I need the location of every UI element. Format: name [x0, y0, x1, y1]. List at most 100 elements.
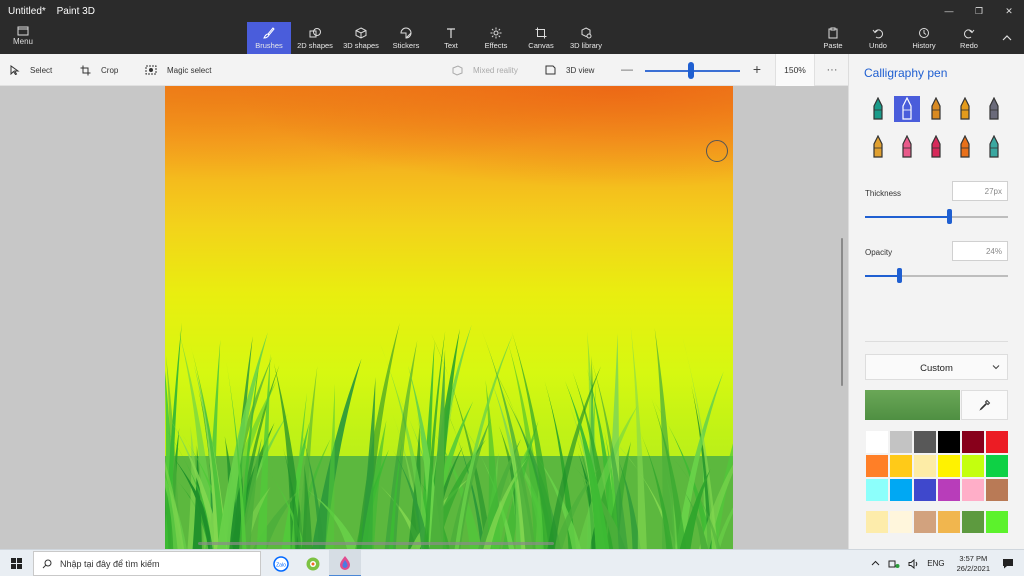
palette-swatch[interactable]	[961, 430, 985, 454]
start-button[interactable]	[0, 550, 32, 576]
custom-palette-swatch[interactable]	[865, 510, 889, 534]
taskbar-search-box[interactable]: Nhập tại đây để tìm kiếm	[33, 551, 261, 576]
tab-2d-shapes[interactable]: 2D shapes	[293, 22, 337, 54]
redo-button[interactable]: Redo	[947, 22, 991, 54]
palette-swatch[interactable]	[985, 430, 1009, 454]
zoom-value[interactable]: 150%	[775, 54, 815, 86]
text-icon	[447, 28, 455, 38]
zoom-slider-thumb[interactable]	[687, 62, 694, 79]
brush-option-watercolor-brush[interactable]	[952, 96, 978, 122]
taskbar-zalo[interactable]: Zalo	[265, 550, 297, 576]
brush-option-pixel-pen[interactable]	[981, 96, 1007, 122]
brush-option-calligraphy-pen[interactable]	[894, 96, 920, 122]
grass-painting	[165, 322, 733, 549]
palette-swatch[interactable]	[889, 478, 913, 502]
brush-option-crayon[interactable]	[923, 134, 949, 160]
drawing-canvas[interactable]	[165, 86, 733, 549]
palette-swatch[interactable]	[961, 478, 985, 502]
language-indicator[interactable]: ENG	[927, 559, 944, 568]
color-mode-dropdown[interactable]: Custom	[865, 354, 1008, 380]
magic-select-button[interactable]: Magic select	[145, 54, 211, 86]
custom-palette-swatch[interactable]	[937, 510, 961, 534]
custom-palette-swatch[interactable]	[985, 510, 1009, 534]
brush-option-spray-can[interactable]	[952, 134, 978, 160]
3d-shapes-icon	[355, 27, 367, 39]
taskbar-coccoc[interactable]	[297, 550, 329, 576]
notifications-icon[interactable]	[1002, 558, 1014, 569]
tab-stickers-label: Stickers	[392, 41, 420, 50]
brush-option-fill-bucket[interactable]	[981, 134, 1007, 160]
tab-effects[interactable]: Effects	[474, 22, 518, 54]
opacity-input[interactable]: 24%	[952, 241, 1008, 261]
custom-color-palette	[865, 510, 1009, 534]
palette-swatch[interactable]	[985, 454, 1009, 478]
3d-library-icon	[581, 27, 592, 39]
2d-shapes-icon	[309, 28, 321, 38]
volume-icon[interactable]	[908, 558, 919, 569]
undo-button[interactable]: Undo	[856, 22, 900, 54]
vertical-scrollbar[interactable]	[841, 238, 843, 386]
chevron-up-icon[interactable]	[871, 559, 880, 568]
palette-swatch[interactable]	[865, 454, 889, 478]
collapse-ribbon-button[interactable]	[990, 22, 1024, 54]
select-button[interactable]: Select	[10, 54, 52, 86]
palette-swatch[interactable]	[865, 430, 889, 454]
custom-palette-swatch[interactable]	[961, 510, 985, 534]
palette-swatch[interactable]	[913, 430, 937, 454]
palette-swatch[interactable]	[937, 478, 961, 502]
minimize-button[interactable]: —	[934, 0, 964, 22]
palette-swatch[interactable]	[913, 478, 937, 502]
tab-canvas[interactable]: Canvas	[519, 22, 563, 54]
more-options-button[interactable]: ···	[822, 54, 842, 86]
palette-swatch[interactable]	[889, 430, 913, 454]
thickness-slider-thumb[interactable]	[947, 209, 953, 224]
magic-select-icon	[145, 65, 157, 75]
eyedropper-icon	[978, 399, 990, 411]
brush-option-oil-brush[interactable]	[923, 96, 949, 122]
brush-option-pencil[interactable]	[865, 134, 891, 160]
mixed-reality-icon	[452, 64, 463, 76]
paste-button[interactable]: Paste	[811, 22, 855, 54]
taskbar-paint3d[interactable]	[329, 550, 361, 576]
tab-stickers[interactable]: Stickers	[384, 22, 428, 54]
canvas-sky-glow	[165, 86, 733, 206]
tab-brushes[interactable]: Brushes	[247, 22, 291, 54]
horizontal-scrollbar[interactable]	[198, 542, 554, 545]
custom-palette-swatch[interactable]	[889, 510, 913, 534]
palette-swatch[interactable]	[961, 454, 985, 478]
network-icon[interactable]	[888, 559, 900, 569]
palette-swatch[interactable]	[985, 478, 1009, 502]
brush-option-eraser[interactable]	[894, 134, 920, 160]
tab-3d-shapes[interactable]: 3D shapes	[339, 22, 383, 54]
eyedropper-button[interactable]	[961, 390, 1008, 420]
zoom-out-button[interactable]: —	[620, 62, 634, 76]
palette-swatch[interactable]	[913, 454, 937, 478]
mixed-reality-label: Mixed reality	[473, 65, 518, 75]
thickness-input[interactable]: 27px	[952, 181, 1008, 201]
palette-swatch[interactable]	[937, 430, 961, 454]
brush-option-marker-brush[interactable]	[865, 96, 891, 122]
close-button[interactable]: ✕	[994, 0, 1024, 22]
zoom-in-button[interactable]: +	[750, 61, 764, 77]
crop-button[interactable]: Crop	[80, 54, 118, 86]
palette-swatch[interactable]	[889, 454, 913, 478]
palette-swatch[interactable]	[865, 478, 889, 502]
tab-3d-library-label: 3D library	[569, 41, 603, 50]
history-button[interactable]: History	[902, 22, 946, 54]
clock[interactable]: 3:57 PM 26/2/2021	[957, 554, 990, 574]
tab-text[interactable]: Text	[429, 22, 473, 54]
chevron-up-icon	[1002, 35, 1012, 41]
oil-brush-icon	[931, 97, 941, 120]
opacity-slider-thumb[interactable]	[897, 268, 903, 283]
current-color-swatch[interactable]	[865, 390, 960, 420]
custom-palette-swatch[interactable]	[913, 510, 937, 534]
mixed-reality-button[interactable]: Mixed reality	[452, 54, 518, 86]
palette-swatch[interactable]	[937, 454, 961, 478]
crop-label: Crop	[101, 65, 119, 75]
coccoc-browser-icon	[306, 557, 320, 570]
3d-view-button[interactable]: 3D view	[545, 54, 594, 86]
maximize-button[interactable]: ❐	[964, 0, 994, 22]
menu-button[interactable]: Menu	[6, 26, 40, 52]
brush-icon	[263, 27, 275, 39]
tab-3d-library[interactable]: 3D library	[564, 22, 608, 54]
